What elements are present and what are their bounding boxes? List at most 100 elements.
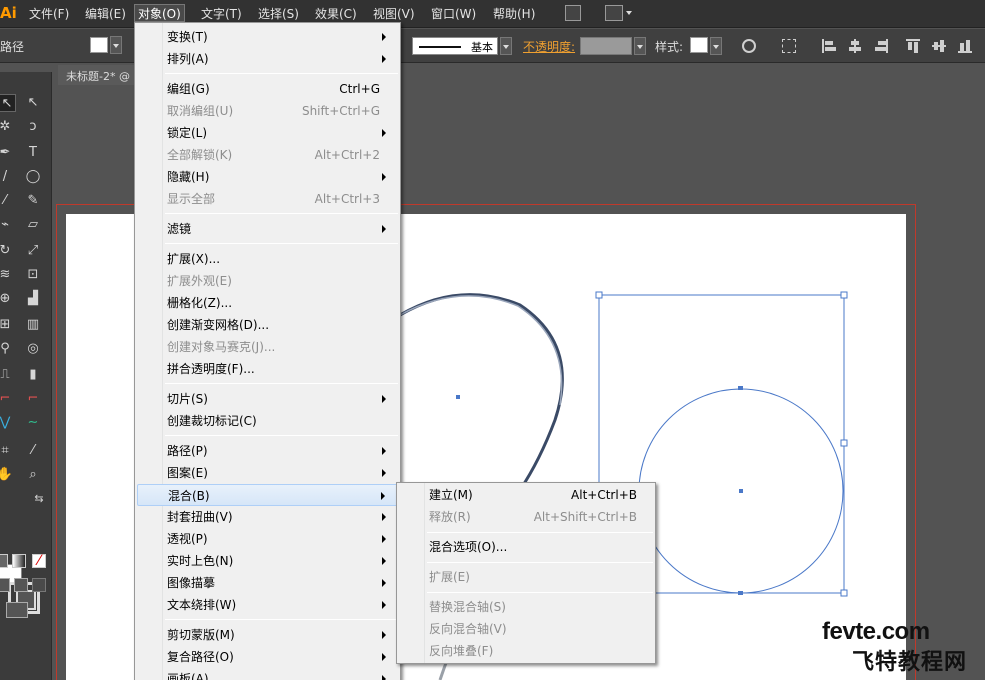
object-menu-item[interactable]: 创建裁切标记(C) (137, 410, 398, 432)
submenu-arrow-icon (381, 492, 385, 500)
menu-item-label: 变换(T) (167, 30, 208, 44)
center-point-right (739, 489, 743, 493)
menu-item-shortcut: Alt+Ctrl+B (571, 488, 637, 502)
menu-item-label: 图像描摹 (167, 576, 216, 590)
object-menu-item[interactable]: 混合(B) (137, 484, 398, 506)
object-menu-item[interactable]: 扩展(X)... (137, 248, 398, 270)
handle-middle-right (840, 439, 848, 447)
object-menu-item[interactable]: 创建渐变网格(D)... (137, 314, 398, 336)
menu-item-label: 扩展(E) (429, 570, 470, 584)
submenu-arrow-icon (382, 653, 386, 661)
menu-item-label: 实时上色(N) (167, 554, 234, 568)
menu-separator (427, 592, 653, 593)
submenu-arrow-icon (382, 33, 386, 41)
object-menu-item[interactable]: 拼合透明度(F)... (137, 358, 398, 380)
anchor-top (738, 386, 743, 390)
object-menu-item[interactable]: 编组(G) Ctrl+G (137, 78, 398, 100)
menu-item-label: 滤镜 (167, 222, 192, 236)
submenu-arrow-icon (382, 469, 386, 477)
menu-item-label: 画板(A) (167, 672, 209, 680)
submenu-arrow-icon (382, 557, 386, 565)
object-menu-item[interactable]: 隐藏(H) (137, 166, 398, 188)
menu-item-label: 取消编组(U) (167, 104, 234, 118)
submenu-arrow-icon (382, 535, 386, 543)
blend-menu-item: 扩展(E) (399, 566, 653, 588)
menu-item-label: 反向堆叠(F) (429, 644, 494, 658)
submenu-arrow-icon (382, 129, 386, 137)
menu-item-label: 锁定(L) (167, 126, 208, 140)
object-menu-item: 扩展外观(E) (137, 270, 398, 292)
menu-item-label: 混合(B) (168, 489, 210, 503)
object-menu-item[interactable]: 变换(T) (137, 26, 398, 48)
watermark-site: fevte.com (822, 618, 930, 645)
blend-circle-path (399, 293, 564, 491)
blend-menu-item: 释放(R) Alt+Shift+Ctrl+B (399, 506, 653, 528)
blend-menu-item[interactable]: 混合选项(O)... (399, 536, 653, 558)
menu-item-label: 图案(E) (167, 466, 208, 480)
object-menu-item[interactable]: 图像描摹 (137, 572, 398, 594)
submenu-arrow-icon (382, 225, 386, 233)
menu-item-label: 透视(P) (167, 532, 208, 546)
object-menu-item[interactable]: 栅格化(Z)... (137, 292, 398, 314)
menu-separator (165, 243, 398, 244)
submenu-arrow-icon (382, 447, 386, 455)
menu-item-label: 建立(M) (429, 488, 473, 502)
menu-item-label: 编组(G) (167, 82, 210, 96)
object-menu-item[interactable]: 透视(P) (137, 528, 398, 550)
object-menu-item[interactable]: 实时上色(N) (137, 550, 398, 572)
menu-item-shortcut: Alt+Ctrl+2 (314, 148, 380, 162)
menu-item-shortcut: Alt+Ctrl+3 (314, 192, 380, 206)
submenu-arrow-icon (382, 601, 386, 609)
center-point-left (456, 395, 460, 399)
blend-menu-item: 反向堆叠(F) (399, 640, 653, 662)
submenu-arrow-icon (382, 579, 386, 587)
menu-separator (165, 435, 398, 436)
handle-top-left (595, 291, 603, 299)
object-menu-item[interactable]: 复合路径(O) (137, 646, 398, 668)
object-menu-item[interactable]: 排列(A) (137, 48, 398, 70)
menu-item-label: 替换混合轴(S) (429, 600, 506, 614)
object-menu-item[interactable]: 封套扭曲(V) (137, 506, 398, 528)
menu-item-label: 创建对象马赛克(J)... (167, 340, 276, 354)
blend-menu-item: 反向混合轴(V) (399, 618, 653, 640)
blend-menu-item[interactable]: 建立(M) Alt+Ctrl+B (399, 484, 653, 506)
submenu-arrow-icon (382, 55, 386, 63)
object-menu-item[interactable]: 画板(A) (137, 668, 398, 680)
menu-item-label: 释放(R) (429, 510, 471, 524)
menu-item-label: 扩展外观(E) (167, 274, 232, 288)
object-menu-item: 创建对象马赛克(J)... (137, 336, 398, 358)
menu-separator (165, 619, 398, 620)
menu-item-label: 封套扭曲(V) (167, 510, 233, 524)
watermark-name: 飞特教程网 (852, 650, 968, 675)
handle-bottom-right (840, 589, 848, 597)
menu-item-label: 扩展(X)... (167, 252, 221, 266)
object-menu-item[interactable]: 滤镜 (137, 218, 398, 240)
menu-item-label: 排列(A) (167, 52, 209, 66)
menu-item-label: 隐藏(H) (167, 170, 210, 184)
submenu-arrow-icon (382, 395, 386, 403)
menu-item-label: 栅格化(Z)... (167, 296, 233, 310)
object-menu-item[interactable]: 图案(E) (137, 462, 398, 484)
menu-item-label: 全部解锁(K) (167, 148, 233, 162)
menu-item-label: 切片(S) (167, 392, 208, 406)
menu-separator (165, 213, 398, 214)
menu-item-label: 创建渐变网格(D)... (167, 318, 270, 332)
handle-top-right (840, 291, 848, 299)
menu-item-label: 路径(P) (167, 444, 208, 458)
menu-item-label: 复合路径(O) (167, 650, 234, 664)
object-menu-item[interactable]: 切片(S) (137, 388, 398, 410)
object-menu-item[interactable]: 路径(P) (137, 440, 398, 462)
object-menu-item[interactable]: 锁定(L) (137, 122, 398, 144)
submenu-arrow-icon (382, 513, 386, 521)
menu-item-label: 混合选项(O)... (429, 540, 508, 554)
object-menu-item[interactable]: 文本绕排(W) (137, 594, 398, 616)
blend-submenu: 建立(M) Alt+Ctrl+B 释放(R) Alt+Shift+Ctrl+B 混合选项… (396, 482, 656, 664)
menu-separator (427, 562, 653, 563)
object-menu-item[interactable]: 剪切蒙版(M) (137, 624, 398, 646)
menu-item-label: 文本绕排(W) (167, 598, 237, 612)
menu-item-shortcut: Shift+Ctrl+G (301, 104, 380, 118)
submenu-arrow-icon (382, 631, 386, 639)
menu-separator (165, 383, 398, 384)
object-menu-item: 取消编组(U) Shift+Ctrl+G (137, 100, 398, 122)
menu-item-shortcut: Ctrl+G (339, 82, 380, 96)
